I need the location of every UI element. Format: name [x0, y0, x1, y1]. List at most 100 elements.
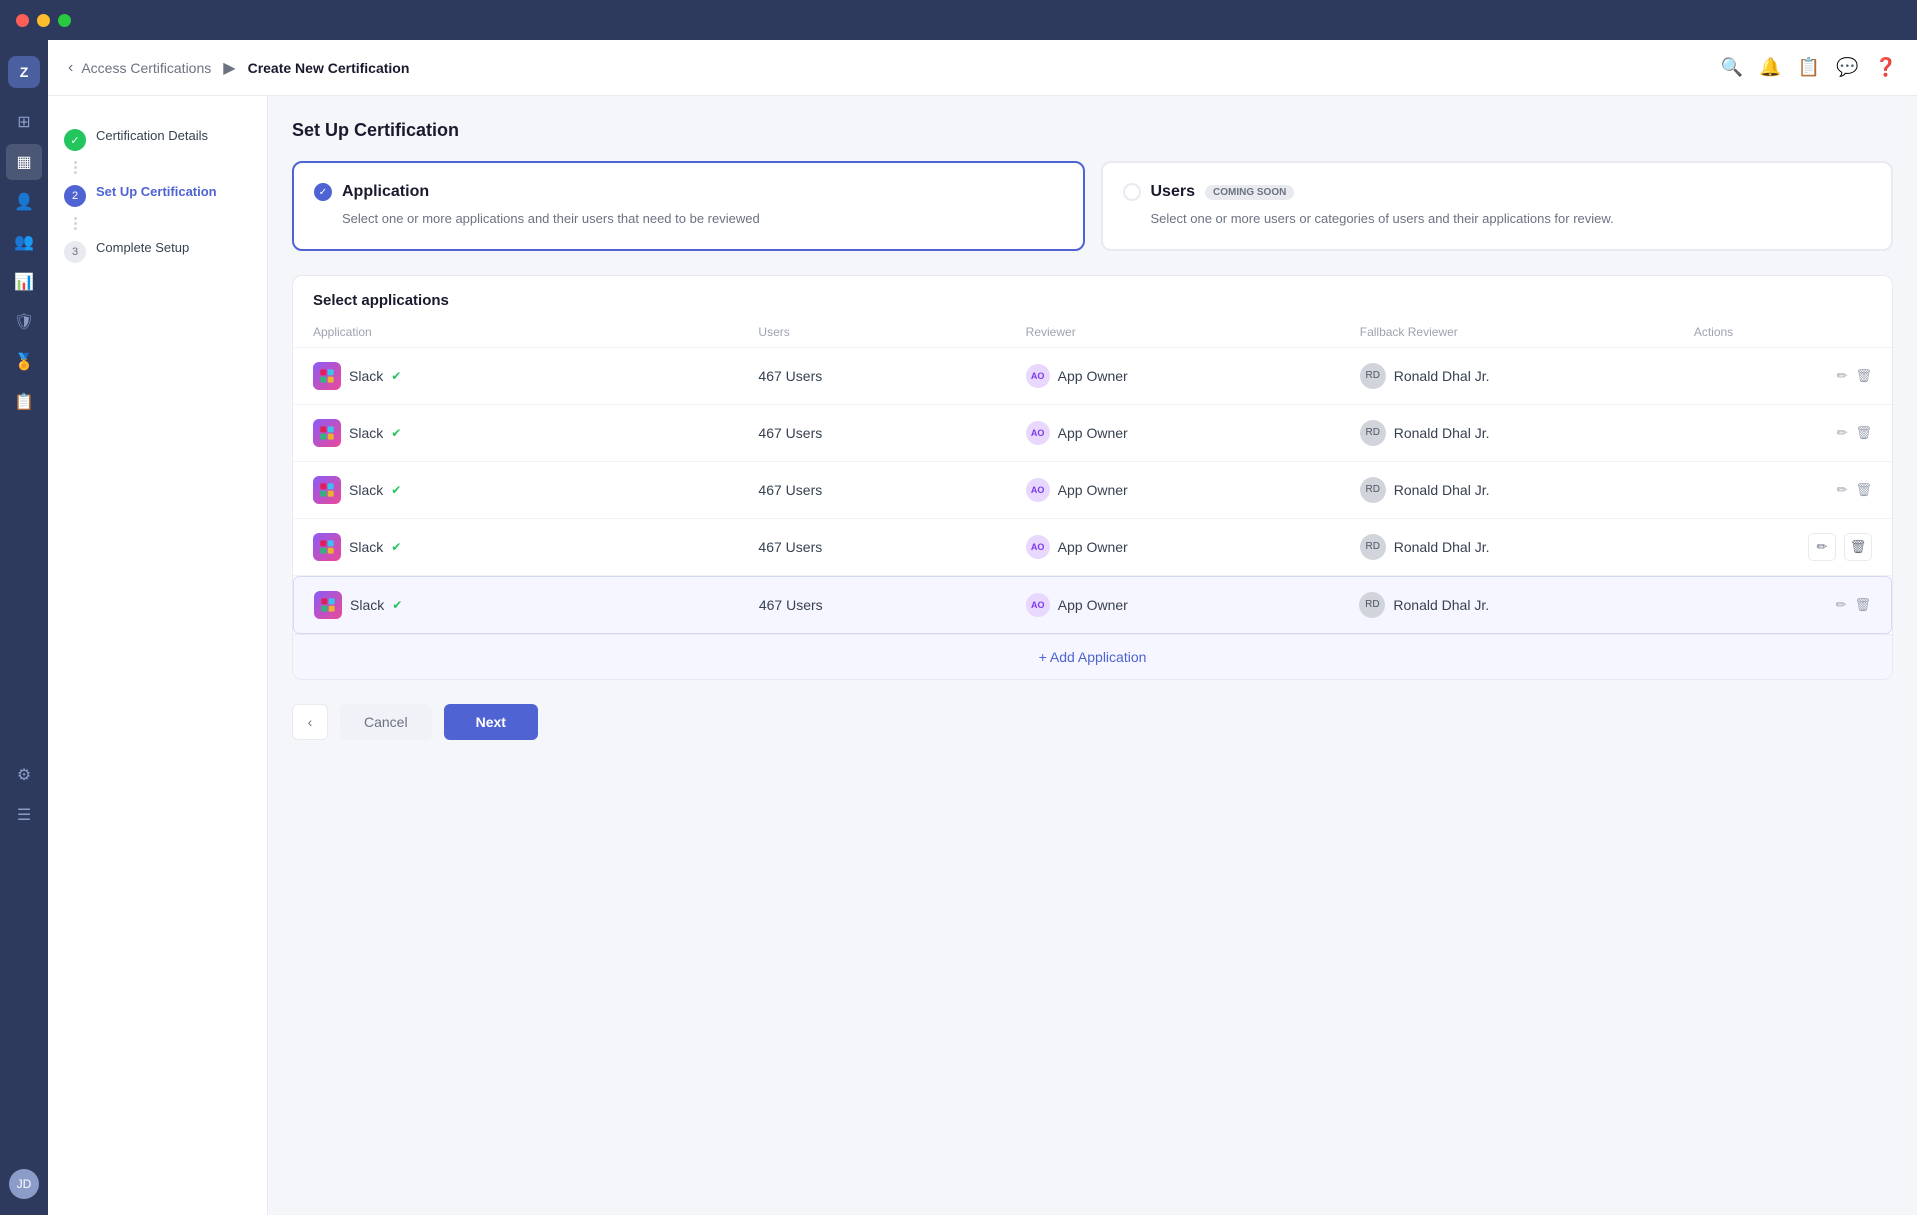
app-cell-4: Slack ✔ [314, 591, 759, 619]
header-reviewer: Reviewer [1026, 325, 1360, 339]
option-cards: Application Select one or more applicati… [292, 161, 1893, 251]
table-row-highlighted: Slack ✔ 467 Users AO App Owner RD Ronald… [293, 576, 1892, 634]
option-users-desc: Select one or more users or categories o… [1151, 209, 1872, 229]
apps-table-section: Select applications Application Users Re… [292, 275, 1893, 680]
edit-icon-4[interactable]: ✏ [1836, 597, 1847, 613]
reviewer-cell-3: AO App Owner [1026, 535, 1360, 559]
app-name-2: Slack [349, 482, 383, 498]
cancel-button[interactable]: Cancel [340, 704, 432, 740]
header-fallback: Fallback Reviewer [1360, 325, 1694, 339]
footer-actions: ‹ Cancel Next [292, 680, 1893, 748]
step-3-label: Complete Setup [96, 240, 189, 255]
section-title: Set Up Certification [292, 120, 1893, 141]
step-connector-2 [74, 215, 251, 232]
topnav-actions: 🔍 🔔 📋 💬 ❓ [1721, 57, 1897, 78]
sidebar-item-chart[interactable]: 📊 [6, 264, 42, 300]
delete-icon-1[interactable]: 🗑 [1855, 425, 1872, 441]
app-name-0: Slack [349, 368, 383, 384]
reviewer-name-1: App Owner [1058, 425, 1128, 441]
apps-section-title: Select applications [293, 276, 1892, 317]
fallback-cell-1: RD Ronald Dhal Jr. [1360, 420, 1694, 446]
step-2: 2 Set Up Certification [64, 176, 251, 215]
titlebar [0, 0, 1917, 40]
table-row: Slack ✔ 467 Users AO App Owner RD Ronald… [293, 519, 1892, 576]
reviewer-avatar-2: AO [1026, 478, 1050, 502]
next-button[interactable]: Next [444, 704, 538, 740]
sidebar-item-person[interactable]: 👤 [6, 184, 42, 220]
app-cell-0: Slack ✔ [313, 362, 758, 390]
sidebar-item-settings[interactable]: ⚙ [6, 757, 42, 793]
fallback-cell-2: RD Ronald Dhal Jr. [1360, 477, 1694, 503]
step-3: 3 Complete Setup [64, 232, 251, 271]
reviewer-avatar-1: AO [1026, 421, 1050, 445]
sidebar-item-grid[interactable]: ⊞ [6, 104, 42, 140]
sidebar-item-calendar[interactable]: ▦ [6, 144, 42, 180]
fallback-name-3: Ronald Dhal Jr. [1394, 539, 1490, 555]
users-cell-2: 467 Users [758, 482, 1025, 498]
edit-icon-2[interactable]: ✏ [1837, 482, 1848, 498]
option-card-application[interactable]: Application Select one or more applicati… [292, 161, 1085, 251]
fallback-avatar-4: RD [1359, 592, 1385, 618]
radio-users[interactable] [1123, 183, 1141, 201]
slack-icon-4 [314, 591, 342, 619]
edit-icon-1[interactable]: ✏ [1837, 425, 1848, 441]
logo[interactable]: Z [8, 56, 40, 88]
sidebar-item-menu[interactable]: ☰ [6, 797, 42, 833]
table-row: Slack ✔ 467 Users AO App Owner RD Ronald… [293, 405, 1892, 462]
topnav: ‹ Access Certifications ▶ Create New Cer… [48, 40, 1917, 96]
table-row: Slack ✔ 467 Users AO App Owner RD Ronald… [293, 462, 1892, 519]
radio-application[interactable] [314, 183, 332, 201]
search-icon[interactable]: 🔍 [1721, 57, 1743, 78]
sidebar-item-award[interactable]: 🏅 [6, 344, 42, 380]
minimize-dot[interactable] [37, 14, 50, 27]
users-cell-1: 467 Users [758, 425, 1025, 441]
content-area: Set Up Certification Application Select … [268, 96, 1917, 1215]
option-users-title: Users [1151, 183, 1195, 201]
header-users: Users [758, 325, 1025, 339]
breadcrumb[interactable]: Access Certifications [81, 60, 211, 76]
reviewer-avatar-4: AO [1026, 593, 1050, 617]
fallback-name-1: Ronald Dhal Jr. [1394, 425, 1490, 441]
edit-button-3[interactable]: ✏ [1808, 533, 1836, 561]
sidebar-item-users[interactable]: 👥 [6, 224, 42, 260]
avatar[interactable]: JD [9, 1169, 39, 1199]
reviewer-name-4: App Owner [1058, 597, 1128, 613]
add-application-button[interactable]: + Add Application [293, 634, 1892, 679]
fallback-avatar-0: RD [1360, 363, 1386, 389]
sidebar-item-doc[interactable]: 📋 [6, 384, 42, 420]
reviewer-cell-2: AO App Owner [1026, 478, 1360, 502]
edit-icon-0[interactable]: ✏ [1837, 368, 1848, 384]
delete-icon-0[interactable]: 🗑 [1855, 368, 1872, 384]
close-dot[interactable] [16, 14, 29, 27]
bell-icon[interactable]: 🔔 [1759, 57, 1781, 78]
sidebar-item-shield[interactable]: 🛡 [6, 304, 42, 340]
step-3-number: 3 [64, 241, 86, 263]
back-button-footer[interactable]: ‹ [292, 704, 328, 740]
actions-cell-1: ✏ 🗑 [1694, 425, 1872, 441]
coming-soon-badge: COMING SOON [1205, 185, 1294, 200]
delete-icon-2[interactable]: 🗑 [1855, 482, 1872, 498]
step-connector-1 [74, 159, 251, 176]
table-header: Application Users Reviewer Fallback Revi… [293, 317, 1892, 348]
help-icon[interactable]: ❓ [1875, 57, 1897, 78]
back-button[interactable]: ‹ [68, 59, 73, 77]
breadcrumb-arrow: ▶ [223, 58, 235, 78]
delete-icon-4[interactable]: 🗑 [1854, 597, 1871, 613]
sidebar: Z ⊞ ▦ 👤 👥 📊 🛡 🏅 📋 ⚙ ☰ JD [0, 0, 48, 1215]
option-application-title: Application [342, 183, 429, 201]
message-icon[interactable]: 💬 [1836, 57, 1858, 78]
users-cell-3: 467 Users [758, 539, 1025, 555]
app-name-1: Slack [349, 425, 383, 441]
slack-icon-0 [313, 362, 341, 390]
fallback-cell-4: RD Ronald Dhal Jr. [1359, 592, 1693, 618]
maximize-dot[interactable] [58, 14, 71, 27]
step-1-label: Certification Details [96, 128, 208, 143]
page-title: Create New Certification [248, 60, 410, 76]
delete-button-3[interactable]: 🗑 [1844, 533, 1872, 561]
table-row: Slack ✔ 467 Users AO App Owner RD Ronald… [293, 348, 1892, 405]
users-cell-0: 467 Users [758, 368, 1025, 384]
wizard-panel: ✓ Certification Details 2 Set Up Certifi… [48, 96, 268, 1215]
clipboard-icon[interactable]: 📋 [1798, 57, 1820, 78]
option-card-users[interactable]: Users COMING SOON Select one or more use… [1101, 161, 1894, 251]
users-cell-4: 467 Users [759, 597, 1026, 613]
